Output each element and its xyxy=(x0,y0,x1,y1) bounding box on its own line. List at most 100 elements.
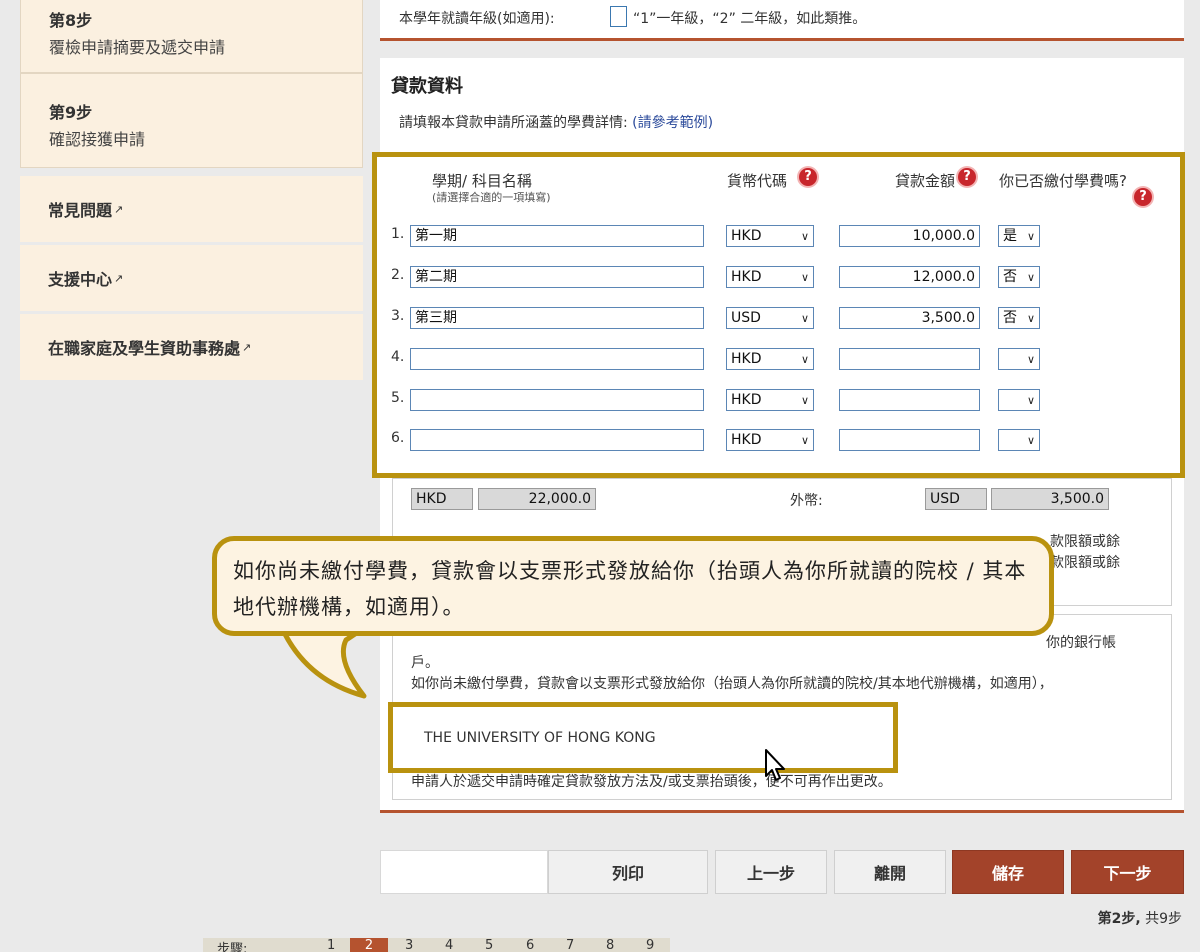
term-input[interactable]: 第一期 xyxy=(410,225,704,247)
chevron-down-icon: ∨ xyxy=(800,271,809,284)
currency-value: HKD xyxy=(731,351,762,367)
row-number: 4. xyxy=(391,349,405,365)
loan-section-title: 貸款資料 xyxy=(391,76,463,97)
previous-button[interactable]: 上一步 xyxy=(715,850,827,894)
limit-note-2: 款限額或餘 xyxy=(1050,555,1120,571)
amount-input[interactable]: 10,000.0 xyxy=(839,225,980,247)
total-steps: 共9步 xyxy=(1140,911,1182,927)
chevron-down-icon: ∨ xyxy=(1026,312,1035,325)
current-step: 第2步, xyxy=(1097,911,1141,927)
external-link-icon: ↗︎ xyxy=(114,202,124,216)
currency-select[interactable]: HKD ∨ xyxy=(726,266,814,288)
grade-label: 本學年就讀年級(如適用): xyxy=(399,11,555,27)
paid-help-icon[interactable]: ? xyxy=(1134,188,1152,206)
term-input[interactable]: 第三期 xyxy=(410,307,704,329)
term-input[interactable] xyxy=(410,389,704,411)
total-fx-amount: 3,500.0 xyxy=(991,488,1109,510)
sidebar-link-office[interactable]: 在職家庭及學生資助事務處 ↗︎ xyxy=(20,314,363,380)
save-button[interactable]: 儲存 xyxy=(952,850,1064,894)
chevron-down-icon: ∨ xyxy=(1026,434,1035,447)
amount-header: 貸款金額 xyxy=(895,172,956,190)
leave-button[interactable]: 離開 xyxy=(834,850,946,894)
currency-select[interactable]: HKD ∨ xyxy=(726,429,814,451)
section-divider xyxy=(380,38,1184,41)
loan-intro-text: 請填報本貸款申請所涵蓋的學費詳情: xyxy=(399,115,628,131)
total-hkd-amount: 22,000.0 xyxy=(478,488,596,510)
grade-input[interactable] xyxy=(610,6,627,27)
mouse-cursor-icon xyxy=(765,749,785,781)
tutorial-callout: 如你尚未繳付學費，貸款會以支票形式發放給你（抬頭人為你所就讀的院校 / 其本地代… xyxy=(212,536,1054,636)
term-input[interactable] xyxy=(410,348,704,370)
term-input[interactable]: 第二期 xyxy=(410,266,704,288)
next-button[interactable]: 下一步 xyxy=(1071,850,1184,894)
paid-value: 否 xyxy=(1003,269,1017,285)
example-link[interactable]: (請參考範例) xyxy=(632,115,713,131)
step-status: 第2步, 共9步 xyxy=(1098,908,1182,928)
chevron-down-icon: ∨ xyxy=(800,353,809,366)
cheque-note: 如你尚未繳付學費，貸款會以支票形式發放給你（抬頭人為你所就讀的院校/其本地代辦機… xyxy=(411,676,1053,692)
row-number: 6. xyxy=(391,430,405,446)
paid-select[interactable]: ∨ xyxy=(998,429,1040,451)
external-link-icon: ↗︎ xyxy=(114,271,124,285)
amount-input[interactable]: 12,000.0 xyxy=(839,266,980,288)
currency-help-icon[interactable]: ? xyxy=(799,168,817,186)
term-input[interactable] xyxy=(410,429,704,451)
chevron-down-icon: ∨ xyxy=(1026,271,1035,284)
foreign-currency-label: 外幣: xyxy=(790,493,823,509)
currency-value: USD xyxy=(731,310,761,326)
chevron-down-icon: ∨ xyxy=(800,230,809,243)
currency-select[interactable]: USD ∨ xyxy=(726,307,814,329)
step-9-number: 第9步 xyxy=(49,103,93,122)
sidebar-step-9[interactable]: 第9步 確認接獲申請 xyxy=(20,73,363,168)
print-button[interactable]: 列印 xyxy=(548,850,708,894)
paid-select[interactable]: 否 ∨ xyxy=(998,307,1040,329)
paid-select[interactable]: ∨ xyxy=(998,348,1040,370)
term-header: 學期/ 科目名稱 xyxy=(432,172,532,190)
grade-hint: “1”一年級，“2” 二年級，如此類推。 xyxy=(633,11,867,27)
amount-input[interactable]: 3,500.0 xyxy=(839,307,980,329)
row-number: 2. xyxy=(391,267,405,283)
sidebar-link-support[interactable]: 支援中心 ↗︎ xyxy=(20,245,363,311)
limit-note-1: 款限額或餘 xyxy=(1050,534,1120,550)
sidebar-step-8[interactable]: 第8步 覆檢申請摘要及遞交申請 xyxy=(20,0,363,73)
total-fx-code: USD xyxy=(925,488,987,510)
paid-header: 你已否繳付學費嗎? xyxy=(999,172,1127,190)
currency-value: HKD xyxy=(731,432,762,448)
payee-name: THE UNIVERSITY OF HONG KONG xyxy=(424,730,656,746)
amount-input[interactable] xyxy=(839,348,980,370)
total-hkd-code: HKD xyxy=(411,488,473,510)
amount-input[interactable] xyxy=(839,429,980,451)
bank-account-note-end: 戶。 xyxy=(411,655,439,671)
paid-value: 是 xyxy=(1003,228,1017,244)
step-8-number: 第8步 xyxy=(49,11,93,30)
amount-input[interactable] xyxy=(839,389,980,411)
paid-select[interactable]: 是 ∨ xyxy=(998,225,1040,247)
sidebar-link-faq[interactable]: 常見問題 ↗︎ xyxy=(20,176,363,242)
section-divider xyxy=(380,810,1184,813)
button-bar-spacer xyxy=(380,850,548,894)
currency-select[interactable]: HKD ∨ xyxy=(726,389,814,411)
row-number: 1. xyxy=(391,226,405,242)
currency-value: HKD xyxy=(731,228,762,244)
step-9-desc: 確認接獲申請 xyxy=(49,130,146,149)
chevron-down-icon: ∨ xyxy=(800,434,809,447)
loan-intro: 請填報本貸款申請所涵蓋的學費詳情: (請參考範例) xyxy=(399,112,713,132)
currency-value: HKD xyxy=(731,392,762,408)
row-number: 3. xyxy=(391,308,405,324)
term-subheader: (請選擇合適的一項填寫) xyxy=(432,191,551,204)
currency-header: 貨幣代碼 xyxy=(727,172,788,190)
external-link-icon: ↗︎ xyxy=(242,340,252,354)
amount-help-icon[interactable]: ? xyxy=(958,168,976,186)
currency-select[interactable]: HKD ∨ xyxy=(726,225,814,247)
paid-select[interactable]: ∨ xyxy=(998,389,1040,411)
chevron-down-icon: ∨ xyxy=(1026,230,1035,243)
currency-select[interactable]: HKD ∨ xyxy=(726,348,814,370)
chevron-down-icon: ∨ xyxy=(800,312,809,325)
step-8-desc: 覆檢申請摘要及遞交申請 xyxy=(49,38,226,57)
chevron-down-icon: ∨ xyxy=(800,394,809,407)
final-note: 申請人於遞交申請時確定貸款發放方法及/或支票抬頭後，便不可再作出更改。 xyxy=(411,774,892,790)
currency-value: HKD xyxy=(731,269,762,285)
office-label: 在職家庭及學生資助事務處 xyxy=(48,339,241,358)
support-label: 支援中心 xyxy=(48,270,113,289)
paid-select[interactable]: 否 ∨ xyxy=(998,266,1040,288)
